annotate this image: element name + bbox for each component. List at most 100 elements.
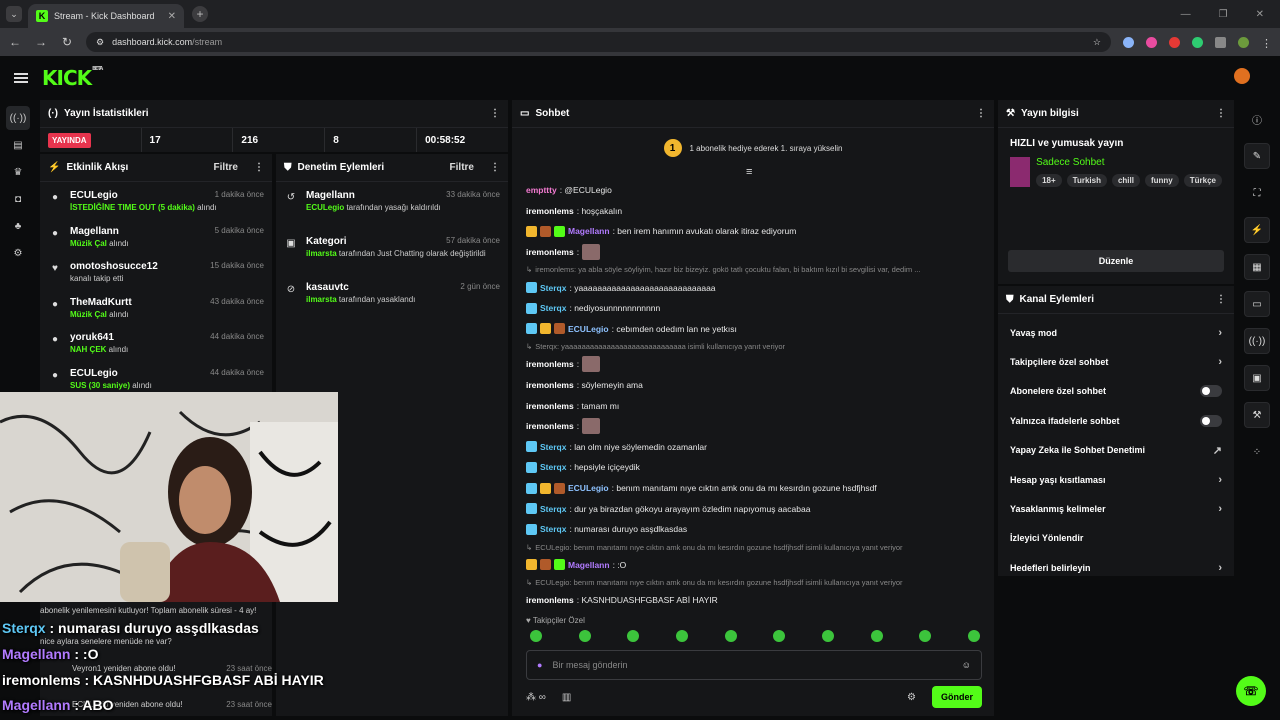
- stream-icon[interactable]: ((·)): [6, 106, 30, 130]
- emoji-icon[interactable]: ☺: [962, 660, 971, 670]
- chat-username[interactable]: iremonlems: [526, 401, 574, 411]
- channel-action-item[interactable]: Hedefleri belirleyin ›: [998, 553, 1234, 582]
- channel-action-item[interactable]: İzleyici Yönlendir: [998, 524, 1234, 553]
- chat-username[interactable]: iremonlems: [526, 595, 574, 605]
- activity-user[interactable]: yoruk641: [70, 332, 114, 343]
- tag-chip[interactable]: funny: [1144, 174, 1179, 187]
- store-icon[interactable]: ▥: [562, 692, 571, 703]
- forward-icon[interactable]: →: [34, 35, 48, 49]
- more-icon[interactable]: ⋮: [490, 108, 500, 119]
- chat-username[interactable]: iremonlems: [526, 380, 574, 390]
- wrench-icon[interactable]: ⚒: [1244, 402, 1270, 428]
- activity-user[interactable]: Magellann: [70, 226, 119, 237]
- activity-user[interactable]: ECULegio: [70, 190, 118, 201]
- mod-target[interactable]: kasauvtc: [306, 282, 349, 293]
- emote-icon[interactable]: [675, 630, 688, 642]
- activity-user[interactable]: omotoshosucce12: [70, 261, 158, 272]
- chat-input[interactable]: ● Bir mesaj gönderin ☺: [526, 650, 982, 680]
- kick-logo[interactable]: KICKBETA: [42, 66, 103, 90]
- edit-icon[interactable]: ✎: [1244, 143, 1270, 169]
- camera-icon[interactable]: ◘: [6, 187, 30, 211]
- chat-bubble-icon[interactable]: ▭: [1244, 291, 1270, 317]
- analytics-icon[interactable]: ▤: [6, 133, 30, 157]
- chat-username[interactable]: iremonlems: [526, 247, 574, 257]
- users-icon[interactable]: ♣: [6, 214, 30, 238]
- tab-search-button[interactable]: ⌄: [6, 6, 22, 22]
- reload-icon[interactable]: ↻: [60, 35, 74, 49]
- gift-banner[interactable]: 1 1 abonelik hediye ederek 1. sıraya yüks…: [512, 128, 994, 168]
- channel-action-item[interactable]: Yapay Zeka ile Sohbet Denetimi ↗: [998, 436, 1234, 465]
- edit-button[interactable]: Düzenle: [1008, 250, 1224, 272]
- info-icon[interactable]: ⓘ: [1244, 106, 1270, 132]
- chat-username[interactable]: iremonlems: [526, 421, 574, 431]
- category-name[interactable]: Sadece Sohbet: [1036, 157, 1222, 168]
- site-info-icon[interactable]: ⚙: [96, 37, 104, 48]
- chat-settings-icon[interactable]: ⚙: [907, 692, 916, 703]
- profile-icon[interactable]: [1238, 36, 1249, 48]
- hamburger-icon[interactable]: [14, 73, 28, 83]
- mod-actor[interactable]: ECULegio: [306, 203, 344, 212]
- emote-icon[interactable]: [821, 630, 834, 642]
- channel-action-item[interactable]: Yasaklanmış kelimeler ›: [998, 494, 1234, 523]
- focus-icon[interactable]: ⛶: [1244, 180, 1270, 206]
- more-icon[interactable]: ⋮: [490, 162, 500, 173]
- chat-username[interactable]: iremonlems: [526, 206, 574, 216]
- channel-action-item[interactable]: Hesap yaşı kısıtlaması ›: [998, 465, 1234, 494]
- channel-action-item[interactable]: Yavaş mod ›: [998, 318, 1234, 347]
- broadcast-icon[interactable]: ((·)): [1244, 328, 1270, 354]
- user-avatar[interactable]: [1234, 68, 1250, 84]
- new-tab-button[interactable]: +: [192, 6, 208, 22]
- close-icon[interactable]: ✕: [168, 11, 176, 22]
- chat-username[interactable]: Sterqx: [540, 524, 566, 534]
- back-icon[interactable]: ←: [8, 35, 22, 49]
- layout-icon[interactable]: ▣: [1244, 365, 1270, 391]
- minimize-icon[interactable]: —: [1181, 9, 1191, 20]
- points-icon[interactable]: ⁂ ∞: [526, 692, 546, 703]
- channel-action-item[interactable]: Takipçilere özel sohbet ›: [998, 347, 1234, 376]
- more-icon[interactable]: ⋮: [1216, 108, 1226, 119]
- chat-username[interactable]: Sterqx: [540, 504, 566, 514]
- emote-icon[interactable]: [870, 630, 883, 642]
- mod-actor[interactable]: ilmarsta: [306, 295, 337, 304]
- toggle-switch[interactable]: [1200, 414, 1222, 427]
- chat-username[interactable]: Magellann: [568, 560, 610, 570]
- chat-username[interactable]: Sterqx: [540, 442, 566, 452]
- maximize-icon[interactable]: ❐: [1219, 9, 1228, 20]
- emote-icon[interactable]: [724, 630, 737, 642]
- emote-icon[interactable]: [578, 630, 591, 642]
- mod-actor[interactable]: ilmarsta: [306, 249, 337, 258]
- mod-target[interactable]: Kategori: [306, 236, 347, 247]
- chat-username[interactable]: Sterqx: [540, 462, 566, 472]
- extension-icon[interactable]: [1146, 36, 1157, 48]
- extension-icon[interactable]: [1169, 36, 1180, 48]
- chat-username[interactable]: Magellann: [568, 226, 610, 236]
- emote-icon[interactable]: [773, 630, 786, 642]
- channel-action-item[interactable]: Abonelere özel sohbet: [998, 377, 1234, 406]
- channel-action-item[interactable]: Yalnızca ifadelerle sohbet: [998, 406, 1234, 435]
- chat-username[interactable]: ECULegio: [568, 483, 609, 493]
- activity-user[interactable]: TheMadKurtt: [70, 297, 132, 308]
- notes-icon[interactable]: ▦: [1244, 254, 1270, 280]
- tag-chip[interactable]: 18+: [1036, 174, 1062, 187]
- more-icon[interactable]: ⋮: [254, 162, 264, 173]
- emote-icon[interactable]: [967, 630, 980, 642]
- extension-icon[interactable]: [1192, 36, 1203, 48]
- browser-tab[interactable]: K Stream - Kick Dashboard ✕: [28, 4, 184, 28]
- apps-icon[interactable]: ⁘: [1244, 439, 1270, 465]
- chat-username[interactable]: ECULegio: [568, 324, 609, 334]
- more-icon[interactable]: ⋮: [1216, 294, 1226, 305]
- mic-icon[interactable]: ●: [537, 660, 542, 670]
- send-button[interactable]: Gönder: [931, 686, 982, 708]
- filter-button[interactable]: Filtre: [214, 162, 238, 173]
- emote-icon[interactable]: [919, 630, 932, 642]
- trophy-icon[interactable]: ♛: [6, 160, 30, 184]
- tag-chip[interactable]: Türkçe: [1183, 174, 1222, 187]
- filter-button[interactable]: Filtre: [450, 162, 474, 173]
- puzzle-icon[interactable]: [1215, 36, 1226, 48]
- chat-username[interactable]: iremonlems: [526, 359, 574, 369]
- emote-icon[interactable]: [530, 630, 542, 642]
- url-field[interactable]: ⚙ dashboard.kick.com/stream ☆: [86, 32, 1111, 52]
- more-icon[interactable]: ⋮: [976, 108, 986, 119]
- activity-user[interactable]: ECULegio: [70, 368, 118, 379]
- pinned-icon[interactable]: ≡: [746, 166, 752, 178]
